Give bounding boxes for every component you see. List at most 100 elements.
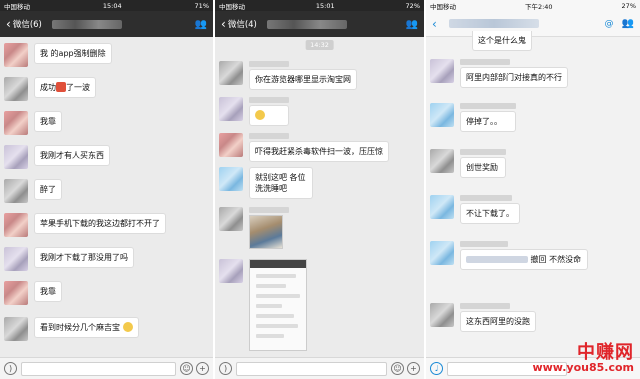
voice-icon[interactable]: )	[4, 362, 17, 375]
message-bubble[interactable]	[249, 105, 289, 126]
message-bubble[interactable]: 我靠	[34, 111, 62, 132]
battery-label: 72%	[405, 1, 420, 10]
message-bubble[interactable]: 我靠	[34, 281, 62, 302]
avatar[interactable]	[4, 179, 28, 203]
emoji-icon[interactable]: ☺	[391, 362, 404, 375]
message-bubble[interactable]: 看到时候分几个麻吉宝	[34, 317, 139, 338]
avatar[interactable]	[219, 133, 243, 157]
avatar[interactable]	[430, 303, 454, 327]
avatar[interactable]	[219, 167, 243, 191]
message-bubble[interactable]: 不让下载了。	[460, 203, 520, 224]
clock: 下午2:40	[524, 2, 553, 11]
clock: 15:01	[315, 1, 335, 10]
back-chevron-icon[interactable]: ‹	[432, 17, 437, 31]
message-list[interactable]: 这个是什么鬼 阿里内部部门对接真的不行 停掉了。。 创世奖励 不让下载了。 撤回…	[426, 31, 640, 357]
list-item: 不让下载了。	[430, 195, 520, 224]
message-bubble[interactable]: 撤回 不然没命	[460, 249, 588, 270]
message-group: 阿里内部部门对接真的不行	[454, 59, 568, 88]
avatar[interactable]	[430, 195, 454, 219]
back-chevron-icon[interactable]: ‹	[6, 17, 11, 31]
message-bubble[interactable]: 成功 了一波	[34, 77, 96, 98]
chat-title-blurred	[266, 19, 347, 29]
message-bubble[interactable]: 你在游览器哪里显示淘宝网	[249, 69, 357, 90]
avatar[interactable]	[4, 145, 28, 169]
nickname-blurred	[460, 241, 508, 247]
voice-icon[interactable]: )	[219, 362, 232, 375]
message-list[interactable]: 我 的app强制删除 成功 了一波 我靠 我刚才有人买东西 醉了 苹果手机下载的我…	[0, 37, 213, 357]
message-bubble[interactable]: 就别这吧 各位洗洗睡吧	[249, 167, 313, 199]
plus-icon[interactable]: +	[196, 362, 209, 375]
chat-screen-2: 中国移动 15:01 72% ‹ 微信(4) 👥 14:32 你在游览器哪里显示…	[213, 0, 424, 379]
smiley-emoji-icon	[255, 110, 265, 120]
avatar[interactable]	[219, 97, 243, 121]
back-chevron-icon[interactable]: ‹	[221, 17, 226, 31]
avatar[interactable]	[4, 111, 28, 135]
battery-label: 27%	[621, 1, 636, 10]
status-bar: 中国移动 15:04 71%	[0, 0, 213, 11]
avatar[interactable]	[219, 259, 243, 283]
blurred-line	[256, 294, 300, 298]
smiley-emoji-icon	[122, 322, 133, 332]
avatar[interactable]	[219, 207, 243, 231]
avatar[interactable]	[430, 103, 454, 127]
nickname-blurred	[249, 133, 289, 139]
plus-icon[interactable]: +	[407, 362, 420, 375]
group-members-icon[interactable]: 👥	[195, 19, 207, 30]
avatar[interactable]	[4, 213, 28, 237]
avatar[interactable]	[430, 149, 454, 173]
message-bubble[interactable]: 我刚才有人买东西	[34, 145, 110, 166]
chat-header: ‹ @ 👥	[426, 11, 640, 37]
message-bubble[interactable]: 我刚才下载了那没用了吗	[34, 247, 134, 268]
message-bubble[interactable]: 吓得我赶紧杀毒软件扫一波，压压惊	[249, 141, 389, 162]
watermark-title: 中赚网	[577, 342, 634, 363]
nickname-blurred	[460, 59, 510, 65]
back-button[interactable]: 微信(6)	[13, 18, 42, 30]
back-button[interactable]: 微信(4)	[228, 18, 257, 30]
avatar[interactable]	[430, 241, 454, 265]
group-members-icon[interactable]: 👥	[406, 19, 418, 30]
avatar[interactable]	[4, 43, 28, 67]
message-input[interactable]	[21, 361, 176, 376]
message-group: 不让下载了。	[454, 195, 520, 224]
message-bubble[interactable]: 这个是什么鬼	[472, 31, 532, 51]
message-text: 了一波	[66, 83, 90, 92]
list-item: 我刚才有人买东西	[4, 145, 110, 169]
avatar[interactable]	[219, 61, 243, 85]
battery-label: 71%	[194, 1, 209, 10]
list-item	[219, 207, 289, 249]
avatar[interactable]	[4, 281, 28, 305]
list-item: 就别这吧 各位洗洗睡吧	[219, 167, 313, 199]
group-members-icon[interactable]: 👥	[622, 18, 634, 29]
message-bubble[interactable]: 苹果手机下载的我这边都打不开了	[34, 213, 166, 234]
photo-message[interactable]	[249, 215, 283, 249]
site-watermark: 中赚网 www.you85.com	[532, 342, 634, 374]
message-bubble[interactable]: 阿里内部部门对接真的不行	[460, 67, 568, 88]
list-item: 你在游览器哪里显示淘宝网	[219, 61, 357, 90]
chat-title-blurred	[448, 19, 539, 28]
microphone-icon[interactable]: ♩	[430, 362, 443, 375]
list-item: 创世奖励	[430, 149, 506, 178]
blurred-line	[256, 324, 298, 328]
nickname-blurred	[460, 149, 506, 155]
carrier-label: 中国移动	[430, 2, 456, 11]
message-bubble[interactable]: 醉了	[34, 179, 62, 200]
avatar[interactable]	[4, 77, 28, 101]
emoji-icon[interactable]: ☺	[180, 362, 193, 375]
list-item: 我靠	[4, 281, 62, 305]
at-icon[interactable]: @	[605, 19, 614, 29]
message-bubble[interactable]: 停掉了。。	[460, 111, 516, 132]
message-input[interactable]	[236, 361, 387, 376]
avatar[interactable]	[4, 317, 28, 341]
status-bar: 中国移动 15:01 72%	[215, 0, 424, 11]
avatar[interactable]	[4, 247, 28, 271]
list-item: 我靠	[4, 111, 62, 135]
avatar[interactable]	[430, 59, 454, 83]
message-bubble[interactable]: 我 的app强制删除	[34, 43, 112, 64]
screenshot-message[interactable]	[249, 259, 307, 351]
chat-screen-3: 中国移动 下午2:40 27% ‹ @ 👥 这个是什么鬼 阿里内部部门对接真的不…	[424, 0, 640, 379]
message-bubble[interactable]: 这东西阿里的没跑	[460, 311, 536, 332]
message-bubble[interactable]: 创世奖励	[460, 157, 506, 178]
list-item: 醉了	[4, 179, 62, 203]
chat-title-blurred	[51, 19, 122, 29]
message-list[interactable]: 14:32 你在游览器哪里显示淘宝网 吓得我赶紧杀毒软件扫一波，压压惊 就别这吧…	[215, 37, 424, 357]
